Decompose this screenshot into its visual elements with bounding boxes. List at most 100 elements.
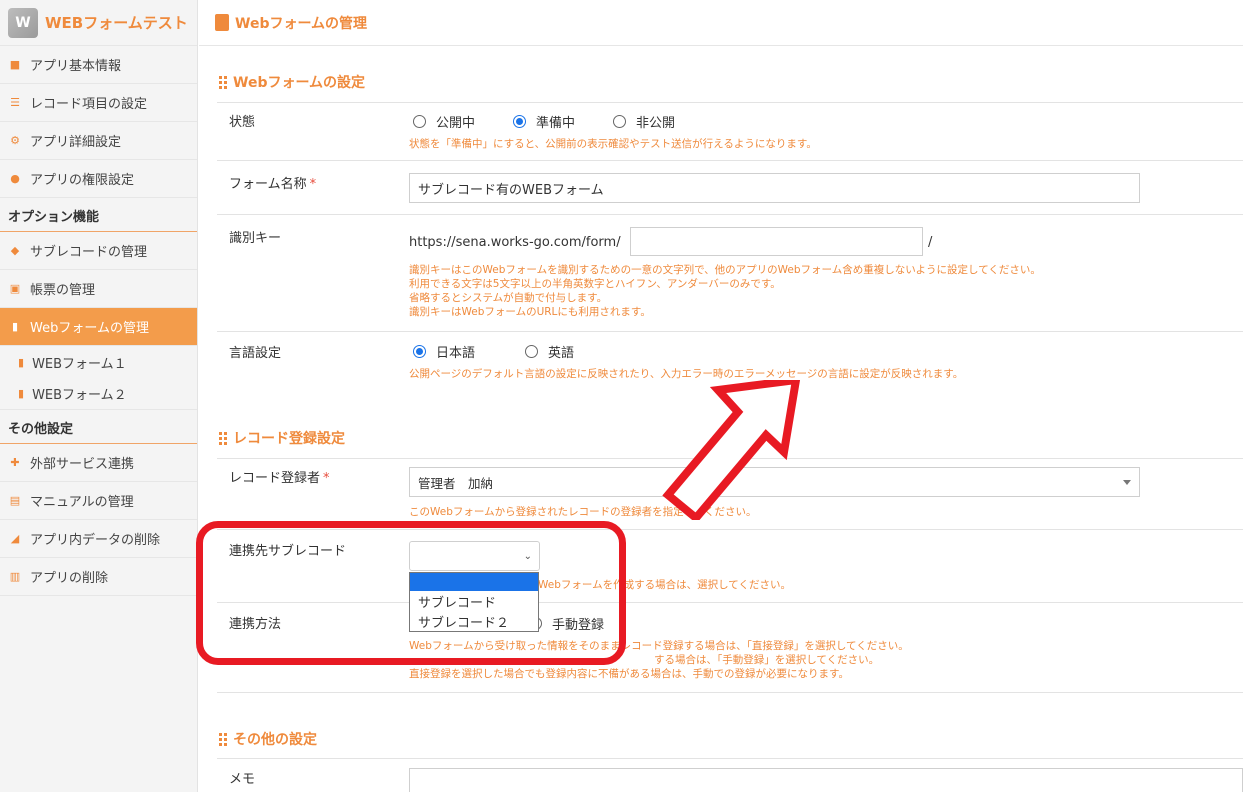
subrecord-select[interactable]: ⌄ xyxy=(409,541,540,571)
section-title-text: その他の設定 xyxy=(233,732,317,748)
sidebar-item-label: アプリ内データの削除 xyxy=(30,533,161,548)
divider xyxy=(217,602,1243,603)
form-name-input[interactable]: サブレコード有のWEBフォーム xyxy=(409,173,1140,203)
app-brand: W WEBフォームテスト xyxy=(0,0,197,46)
sidebar-item-label: アプリ詳細設定 xyxy=(30,135,122,150)
section-title-record-settings: レコード登録設定 xyxy=(219,428,345,448)
clipboard-icon: ▮ xyxy=(11,320,19,333)
registrant-select[interactable]: 管理者 加納 xyxy=(409,467,1140,497)
book-icon: ▤ xyxy=(9,494,21,507)
gear-icon: ⚙ xyxy=(10,134,20,147)
sidebar-item-delete-app[interactable]: ▥ アプリの削除 xyxy=(0,558,197,596)
sidebar-subitem-webform-1[interactable]: ▮ WEBフォーム１ xyxy=(0,346,197,378)
sidebar-item-subrecord[interactable]: ◆ サブレコードの管理 xyxy=(0,232,197,270)
sidebar-item-manual[interactable]: ▤ マニュアルの管理 xyxy=(0,482,197,520)
memo-textarea[interactable] xyxy=(409,768,1243,792)
form-name-label: フォーム名称 * xyxy=(229,173,316,192)
users-icon: ● xyxy=(10,172,20,185)
divider xyxy=(217,758,1243,759)
divider xyxy=(217,214,1243,215)
key-help: 識別キーはこのWebフォームを識別するための一意の文字列で、他のアプリのWebフ… xyxy=(409,263,1041,319)
radio-private[interactable] xyxy=(613,115,627,128)
clipboard-icon: ▮ xyxy=(18,355,25,369)
radio-public[interactable] xyxy=(413,115,426,128)
sidebar-item-label: サブレコードの管理 xyxy=(30,245,148,260)
sidebar-item-label: アプリの削除 xyxy=(30,571,109,586)
page-title: Webフォームの管理 xyxy=(235,15,368,32)
key-help-line: 識別キーはWebフォームのURLにも利用されます。 xyxy=(409,306,651,318)
key-label: 識別キー xyxy=(229,231,282,246)
sidebar-item-basic-info[interactable]: ■ アプリ基本情報 xyxy=(0,46,197,84)
app-logo-icon: W xyxy=(8,7,38,38)
sidebar-subitem-webform-2[interactable]: ▮ WEBフォーム２ xyxy=(0,378,197,410)
language-label: 言語設定 xyxy=(229,346,282,361)
info-icon: ■ xyxy=(9,58,21,71)
sidebar-item-record-fields[interactable]: ☰ レコード項目の設定 xyxy=(0,84,197,122)
sidebar-item-webform[interactable]: ▮ Webフォームの管理 xyxy=(0,308,197,346)
method-option-manual[interactable]: 手動登録 xyxy=(529,614,604,633)
subrecord-help: Webフォームを作成する場合は、選択してください。 xyxy=(538,579,791,591)
radio-label: 非公開 xyxy=(636,116,676,131)
radio-label: 準備中 xyxy=(536,116,576,131)
sidebar-item-permissions[interactable]: ● アプリの権限設定 xyxy=(0,160,197,198)
status-option-private[interactable]: 非公開 xyxy=(613,112,675,131)
option-heading: オプション機能 xyxy=(0,198,197,232)
radio-label: 日本語 xyxy=(436,346,476,361)
radio-label: 手動登録 xyxy=(552,618,605,633)
key-help-line: 識別キーはこのWebフォームを識別するための一意の文字列で、他のアプリのWebフ… xyxy=(409,264,1041,276)
status-radio-group: 公開中 準備中 非公開 xyxy=(413,112,713,131)
sidebar-subitem-label: WEBフォーム１ xyxy=(32,356,127,372)
sidebar-item-label: アプリ基本情報 xyxy=(30,59,122,74)
required-mark: * xyxy=(309,177,317,192)
divider xyxy=(217,102,1243,103)
registrant-help: このWebフォームから登録されたレコードの登録者を指定してください。 xyxy=(409,506,757,518)
sidebar-item-forms-report[interactable]: ▣ 帳票の管理 xyxy=(0,270,197,308)
method-help-line: する場合は、「手動登録」を選択してください。 xyxy=(654,654,880,666)
language-radio-group: 日本語 英語 xyxy=(413,342,612,361)
dropdown-option-subrecord-2[interactable]: サブレコード２ xyxy=(410,611,538,631)
key-input[interactable] xyxy=(630,227,923,256)
method-label: 連携方法 xyxy=(229,617,282,632)
section-title-other-settings: その他の設定 xyxy=(219,729,317,749)
sidebar-item-detail-settings[interactable]: ⚙ アプリ詳細設定 xyxy=(0,122,197,160)
grip-icon xyxy=(219,431,227,445)
language-option-ja[interactable]: 日本語 xyxy=(413,342,475,361)
method-radio-group: 手動登録 xyxy=(529,614,642,633)
section-title-text: レコード登録設定 xyxy=(233,431,345,447)
sidebar-item-delete-data[interactable]: ◢ アプリ内データの削除 xyxy=(0,520,197,558)
radio-label: 英語 xyxy=(548,346,575,361)
sidebar-item-label: Webフォームの管理 xyxy=(30,321,149,336)
sidebar-item-label: レコード項目の設定 xyxy=(30,97,148,112)
radio-label: 公開中 xyxy=(436,116,476,131)
radio-preparing[interactable] xyxy=(513,115,527,128)
method-help-line: 直接登録を選択した場合でも登録内容に不備がある場合は、手動での登録が必要になりま… xyxy=(409,668,849,680)
status-label: 状態 xyxy=(229,115,256,130)
key-help-line: 利用できる文字は5文字以上の半角英数字とハイフン、アンダーバーのみです。 xyxy=(409,278,781,290)
method-help-line: Webフォームから受け取った情報をそのままレコード登録する場合は、「直接登録」を… xyxy=(409,640,909,652)
registrant-select-value: 管理者 加納 xyxy=(418,475,494,491)
url-suffix: / xyxy=(928,235,933,250)
status-option-public[interactable]: 公開中 xyxy=(413,112,475,131)
divider xyxy=(217,458,1243,459)
radio-ja[interactable] xyxy=(413,345,426,358)
section-title-text: Webフォームの設定 xyxy=(233,75,366,91)
registrant-label-text: レコード登録者 xyxy=(229,471,321,486)
dropdown-option-subrecord[interactable]: サブレコード xyxy=(410,591,538,611)
divider xyxy=(217,160,1243,161)
list-icon: ☰ xyxy=(10,96,20,109)
radio-en[interactable] xyxy=(525,345,539,358)
dropdown-option-empty[interactable] xyxy=(410,573,538,591)
sidebar: W WEBフォームテスト ■ アプリ基本情報 ☰ レコード項目の設定 ⚙ アプリ… xyxy=(0,0,198,792)
memo-label: メモ xyxy=(229,772,256,787)
sidebar-item-label: 外部サービス連携 xyxy=(30,457,135,472)
sidebar-item-external[interactable]: ✚ 外部サービス連携 xyxy=(0,444,197,482)
status-option-preparing[interactable]: 準備中 xyxy=(513,112,575,131)
grip-icon xyxy=(219,75,227,89)
language-option-en[interactable]: 英語 xyxy=(525,342,574,361)
language-help: 公開ページのデフォルト言語の設定に反映されたり、入力エラー時のエラーメッセージの… xyxy=(409,368,964,380)
sidebar-item-label: アプリの権限設定 xyxy=(30,173,135,188)
subrecord-label: 連携先サブレコード xyxy=(229,544,347,559)
required-mark: * xyxy=(323,471,330,486)
trash-icon: ▥ xyxy=(9,570,21,583)
form-name-label-text: フォーム名称 xyxy=(229,177,307,192)
